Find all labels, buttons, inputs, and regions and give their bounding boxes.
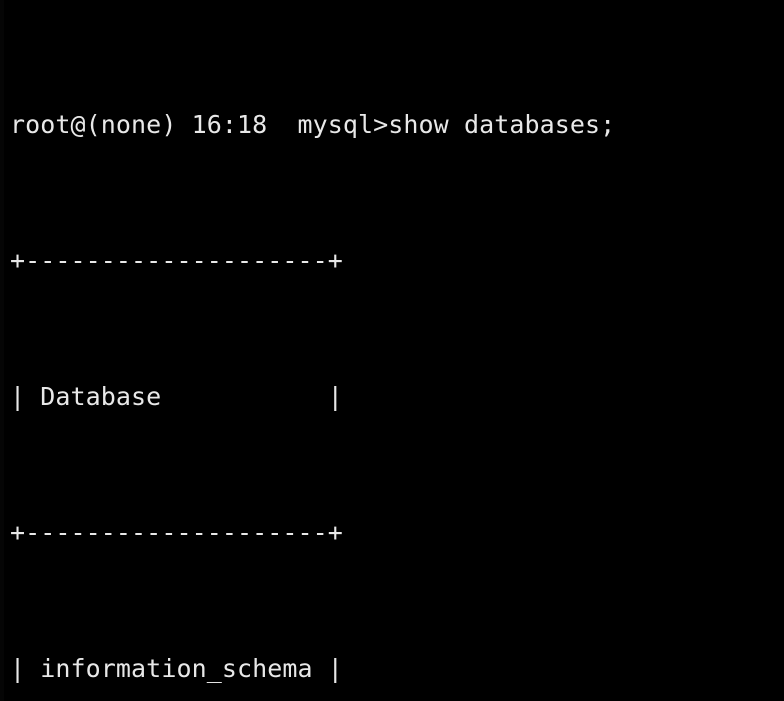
terminal-line-table-header-row: | Database | — [10, 382, 343, 411]
terminal-window[interactable]: root@(none) 16:18 mysql>show databases; … — [0, 0, 784, 701]
terminal-line-table-top-border: +--------------------+ — [10, 246, 343, 275]
terminal-line-table-header-border: +--------------------+ — [10, 518, 343, 547]
table-row: | information_schema | — [10, 654, 343, 683]
terminal-line-prompt-show-databases: root@(none) 16:18 mysql>show databases; — [10, 110, 616, 139]
terminal-output-area[interactable]: root@(none) 16:18 mysql>show databases; … — [0, 0, 784, 701]
